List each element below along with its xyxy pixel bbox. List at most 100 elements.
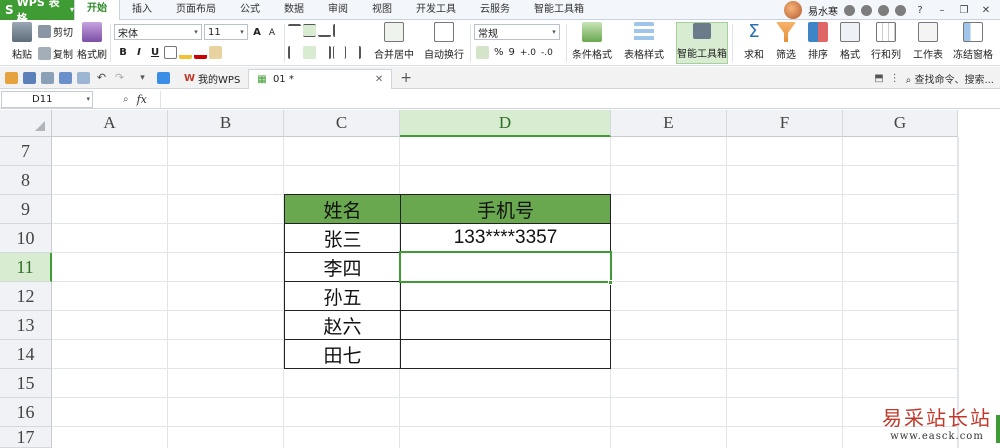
tab-my-wps[interactable]: W 我的WPS — [176, 69, 248, 89]
active-cell-d11[interactable] — [399, 251, 612, 283]
avatar[interactable] — [784, 1, 802, 19]
column-header-f[interactable]: F — [727, 110, 843, 137]
underline-button[interactable]: U — [148, 47, 162, 58]
name-box[interactable]: D11 ▾ — [1, 90, 93, 108]
save-icon[interactable] — [23, 71, 36, 84]
print-preview-icon[interactable] — [77, 71, 90, 84]
tab-formulas[interactable]: 公式 — [228, 0, 272, 20]
zoom-icon[interactable]: ⌕ — [123, 94, 129, 105]
font-color-icon[interactable] — [194, 46, 207, 59]
table-cell-phone[interactable] — [400, 310, 611, 340]
table-cell-name[interactable]: 孙五 — [284, 281, 401, 311]
column-header-a[interactable]: A — [52, 110, 168, 137]
close-icon[interactable]: ✕ — [978, 3, 994, 17]
table-cell-name[interactable]: 赵六 — [284, 310, 401, 340]
tab-review[interactable]: 审阅 — [316, 0, 360, 20]
smart-toolbox-button[interactable]: 智能工具箱 — [676, 22, 728, 64]
conditional-format-button[interactable]: 条件格式 — [568, 22, 616, 64]
formula-input[interactable] — [160, 91, 996, 108]
column-header-b[interactable]: B — [168, 110, 284, 137]
italic-button[interactable]: I — [132, 47, 146, 58]
percent-button[interactable]: % — [494, 47, 504, 58]
undo-icon[interactable]: ↶ — [95, 71, 108, 84]
fill-handle[interactable] — [608, 280, 613, 285]
clear-format-icon[interactable] — [209, 46, 222, 59]
table-style-button[interactable]: 表格样式 — [620, 22, 668, 64]
tab-home[interactable]: 开始 — [74, 0, 120, 20]
align-bottom-icon[interactable] — [318, 24, 331, 37]
user-menu-icon[interactable] — [844, 4, 855, 16]
font-shrink-button[interactable]: A — [266, 26, 278, 40]
share-icon[interactable] — [895, 4, 906, 16]
merge-center-button[interactable]: 合并居中 — [370, 22, 418, 64]
cut-button[interactable]: 剪切 — [38, 24, 73, 39]
tab-cloud[interactable]: 云服务 — [468, 0, 522, 20]
row-header-17[interactable]: 17 — [0, 427, 52, 448]
app-menu-button[interactable]: S WPS 表格 ▾ — [0, 0, 74, 25]
close-tab-icon[interactable]: ✕ — [375, 74, 383, 85]
row-header-8[interactable]: 8 — [0, 166, 52, 195]
font-name-select[interactable]: 宋体 ▾ — [114, 24, 202, 40]
redo-icon[interactable]: ↷ — [113, 71, 126, 84]
font-grow-button[interactable]: A — [250, 24, 264, 40]
user-name[interactable]: 易水寒 — [808, 3, 838, 18]
table-header-name[interactable]: 姓名 — [284, 194, 401, 224]
column-header-d[interactable]: D — [400, 110, 611, 137]
distributed-icon[interactable] — [348, 46, 361, 59]
print-icon[interactable] — [59, 71, 72, 84]
row-header-11[interactable]: 11 — [0, 253, 52, 282]
skin-icon[interactable] — [861, 4, 872, 16]
justify-icon[interactable] — [333, 46, 346, 59]
column-header-e[interactable]: E — [611, 110, 727, 137]
column-header-g[interactable]: G — [843, 110, 958, 137]
fill-color-icon[interactable] — [179, 46, 192, 59]
tab-view[interactable]: 视图 — [360, 0, 404, 20]
share-icon[interactable]: ⬒ — [874, 73, 883, 84]
tab-page-layout[interactable]: 页面布局 — [164, 0, 228, 20]
freeze-panes-button[interactable]: 冻结窗格 — [948, 22, 998, 64]
number-format-select[interactable]: 常规 ▾ — [474, 24, 560, 40]
table-cell-name[interactable]: 张三 — [284, 223, 401, 253]
more-icon[interactable]: ⋮ — [890, 73, 900, 84]
table-header-phone[interactable]: 手机号 — [400, 194, 611, 224]
align-left-icon[interactable] — [288, 46, 301, 59]
copy-button[interactable]: 复制 — [38, 46, 73, 61]
paste-button[interactable]: 粘贴 — [2, 22, 42, 64]
decrease-decimal-button[interactable]: -.0 — [541, 48, 553, 58]
row-header-13[interactable]: 13 — [0, 311, 52, 340]
wrap-text-button[interactable]: 自动换行 — [422, 22, 466, 64]
table-cell-phone[interactable] — [400, 281, 611, 311]
settings-icon[interactable] — [878, 4, 889, 16]
bold-button[interactable]: B — [116, 47, 130, 58]
align-top-icon[interactable] — [288, 24, 301, 37]
new-tab-icon[interactable]: + — [400, 70, 412, 86]
table-cell-name[interactable]: 田七 — [284, 339, 401, 369]
minimize-icon[interactable]: – — [934, 3, 950, 17]
tab-document-01[interactable]: ▦ 01 * ✕ — [248, 68, 393, 89]
help-icon[interactable]: ? — [912, 3, 928, 17]
cube-icon[interactable] — [157, 71, 170, 84]
worksheet-button[interactable]: 工作表 — [906, 22, 950, 64]
open-folder-icon[interactable] — [5, 71, 18, 84]
row-header-14[interactable]: 14 — [0, 340, 52, 369]
row-header-7[interactable]: 7 — [0, 137, 52, 166]
align-center-icon[interactable] — [303, 46, 316, 59]
align-right-icon[interactable] — [318, 46, 331, 59]
table-cell-phone[interactable]: 133****3357 — [400, 223, 611, 253]
currency-icon[interactable] — [476, 46, 489, 59]
row-header-12[interactable]: 12 — [0, 282, 52, 311]
row-header-10[interactable]: 10 — [0, 224, 52, 253]
border-icon[interactable] — [164, 46, 177, 59]
restore-icon[interactable]: ❐ — [956, 3, 972, 17]
row-col-button[interactable]: 行和列 — [864, 22, 908, 64]
row-header-16[interactable]: 16 — [0, 398, 52, 427]
indent-icon[interactable] — [333, 24, 346, 37]
customize-dropdown-icon[interactable]: ▾ — [136, 72, 149, 84]
row-header-15[interactable]: 15 — [0, 369, 52, 398]
table-cell-name[interactable]: 李四 — [284, 252, 401, 282]
column-header-c[interactable]: C — [284, 110, 400, 137]
table-cell-phone[interactable] — [400, 339, 611, 369]
side-panel-tab[interactable] — [996, 415, 1000, 443]
tab-smart-toolbox[interactable]: 智能工具箱 — [522, 0, 596, 20]
tab-data[interactable]: 数据 — [272, 0, 316, 20]
